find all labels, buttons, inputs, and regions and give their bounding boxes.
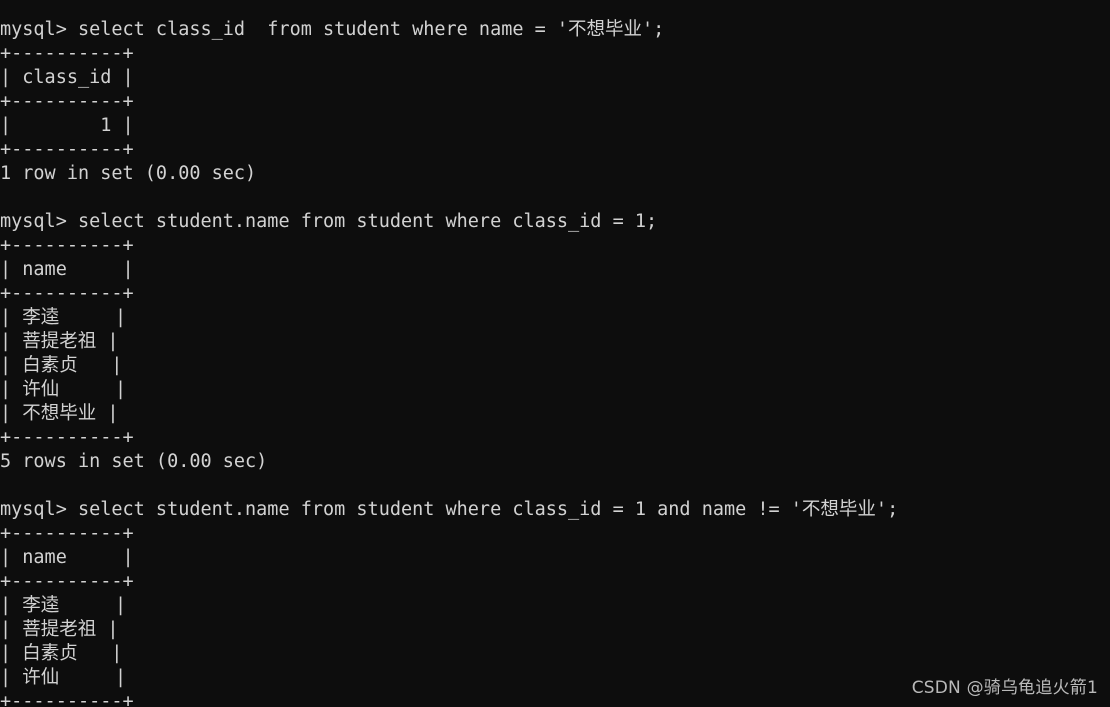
terminal-line: | 许仙 | xyxy=(0,667,127,688)
terminal-line: +----------+ xyxy=(0,91,134,112)
terminal-line: 5 rows in set (0.00 sec) xyxy=(0,451,268,472)
terminal-line: mysql> select student.name from student … xyxy=(0,211,658,232)
terminal-line: | 1 | xyxy=(0,115,134,136)
terminal-line: +----------+ xyxy=(0,283,134,304)
terminal-line: +----------+ xyxy=(0,43,134,64)
terminal-line: +----------+ xyxy=(0,691,134,707)
terminal-line: 1 row in set (0.00 sec) xyxy=(0,163,257,184)
terminal-line: | 不想毕业 | xyxy=(0,403,119,424)
terminal-line: | 白素贞 | xyxy=(0,643,123,664)
terminal-screen[interactable]: mysql> select class_id from student wher… xyxy=(0,0,1110,707)
terminal-line: +----------+ xyxy=(0,523,134,544)
terminal-line: mysql> select student.name from student … xyxy=(0,499,899,520)
terminal-line: +----------+ xyxy=(0,235,134,256)
terminal-window[interactable]: mysql> select class_id from student wher… xyxy=(0,0,1110,707)
terminal-line: mysql> select class_id from student wher… xyxy=(0,19,665,40)
terminal-line: | name | xyxy=(0,547,134,568)
terminal-line: | 白素贞 | xyxy=(0,355,123,376)
terminal-line: | 菩提老祖 | xyxy=(0,331,119,352)
terminal-line: | 许仙 | xyxy=(0,379,127,400)
terminal-line: | 李逵 | xyxy=(0,595,127,616)
terminal-line: +----------+ xyxy=(0,427,134,448)
terminal-line: +----------+ xyxy=(0,139,134,160)
terminal-line: +----------+ xyxy=(0,571,134,592)
terminal-line: | 李逵 | xyxy=(0,307,127,328)
terminal-line: | 菩提老祖 | xyxy=(0,619,119,640)
terminal-line: | class_id | xyxy=(0,67,134,88)
terminal-line: | name | xyxy=(0,259,134,280)
